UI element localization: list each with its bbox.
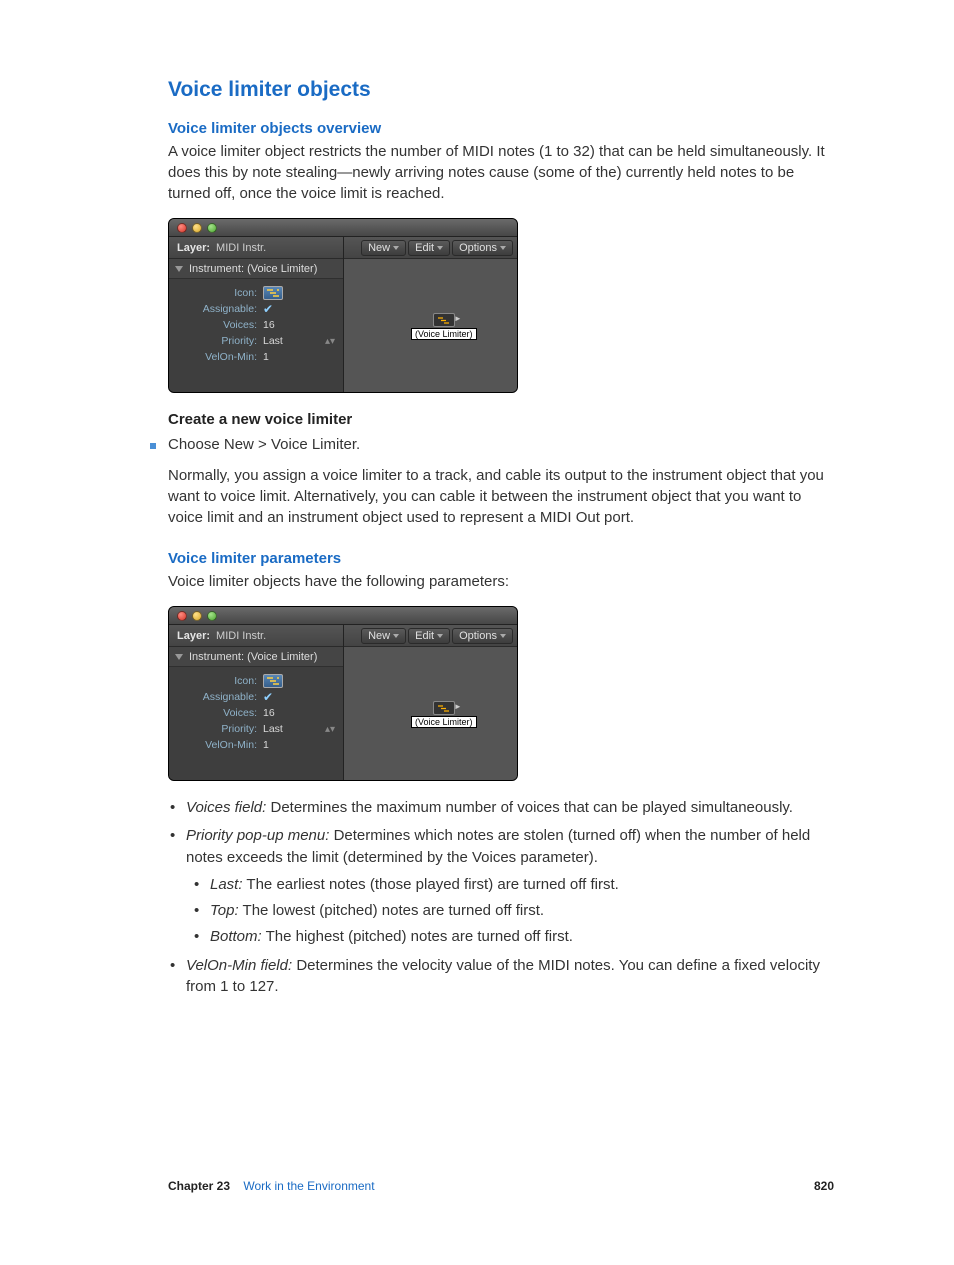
chevron-down-icon [500, 246, 506, 250]
chevron-down-icon [393, 634, 399, 638]
parameters-intro: Voice limiter objects have the following… [168, 571, 834, 592]
assignable-checkbox[interactable]: ✔ [263, 303, 273, 315]
toolbar: New Edit Options [344, 625, 517, 647]
layer-value: MIDI Instr. [216, 630, 266, 642]
list-item: Priority pop-up menu: Determines which n… [168, 825, 834, 947]
chevron-down-icon [500, 634, 506, 638]
voices-field-desc: Determines the maximum number of voices … [266, 799, 793, 816]
chevron-down-icon [437, 634, 443, 638]
options-menu[interactable]: Options [452, 240, 513, 256]
section-title: Voice limiter objects [168, 78, 834, 102]
priority-value[interactable]: Last [263, 723, 283, 735]
layer-label: Layer: [177, 630, 210, 642]
priority-term: Priority pop-up menu: [186, 827, 329, 844]
voice-limiter-icon[interactable] [263, 286, 283, 300]
icon-param-label: Icon: [177, 287, 263, 299]
edit-menu[interactable]: Edit [408, 240, 450, 256]
velon-value[interactable]: 1 [263, 739, 269, 751]
assignable-label: Assignable: [177, 303, 263, 315]
close-icon[interactable] [177, 611, 187, 621]
page-footer: Chapter 23 Work in the Environment 820 [168, 1179, 834, 1193]
layer-selector[interactable]: Layer: MIDI Instr. [169, 237, 343, 259]
window-titlebar [169, 219, 517, 237]
voice-limiter-object-icon [433, 701, 455, 715]
priority-label: Priority: [177, 335, 263, 347]
list-item: Voices field: Determines the maximum num… [168, 797, 834, 818]
layer-label: Layer: [177, 242, 210, 254]
options-menu[interactable]: Options [452, 628, 513, 644]
voice-limiter-object-label: (Voice Limiter) [411, 328, 477, 340]
instrument-name: Instrument: (Voice Limiter) [189, 263, 317, 275]
priority-stepper-icon[interactable]: ▴▾ [325, 336, 335, 347]
last-desc: The earliest notes (those played first) … [243, 876, 619, 893]
velon-value[interactable]: 1 [263, 351, 269, 363]
create-paragraph: Normally, you assign a voice limiter to … [168, 465, 834, 528]
assignable-label: Assignable: [177, 691, 263, 703]
bottom-desc: The highest (pitched) notes are turned o… [262, 928, 573, 945]
priority-label: Priority: [177, 723, 263, 735]
instrument-header[interactable]: Instrument: (Voice Limiter) [169, 647, 343, 667]
environment-window: Layer: MIDI Instr. Instrument: (Voice Li… [168, 606, 518, 781]
voices-label: Voices: [177, 319, 263, 331]
last-term: Last: [210, 876, 243, 893]
bullet-icon [150, 443, 156, 449]
disclosure-triangle-icon[interactable] [175, 266, 183, 272]
voice-limiter-object[interactable]: (Voice Limiter) [411, 701, 477, 728]
voices-value[interactable]: 16 [263, 319, 275, 331]
voice-limiter-object-icon [433, 313, 455, 327]
chapter-name: Work in the Environment [243, 1179, 374, 1193]
list-item: VelOn-Min field: Determines the velocity… [168, 955, 834, 998]
new-menu[interactable]: New [361, 240, 406, 256]
inspector-panel: Layer: MIDI Instr. Instrument: (Voice Li… [169, 237, 344, 392]
overview-paragraph: A voice limiter object restricts the num… [168, 141, 834, 204]
list-item: Bottom: The highest (pitched) notes are … [192, 926, 834, 947]
voices-field-term: Voices field: [186, 799, 266, 816]
velon-label: VelOn-Min: [177, 351, 263, 363]
parameter-area: Icon: Assignable: ✔ Voices: 16 Pr [169, 279, 343, 392]
minimize-icon[interactable] [192, 611, 202, 621]
toolbar: New Edit Options [344, 237, 517, 259]
create-step: Choose New > Voice Limiter. [168, 436, 360, 453]
minimize-icon[interactable] [192, 223, 202, 233]
disclosure-triangle-icon[interactable] [175, 654, 183, 660]
velon-label: VelOn-Min: [177, 739, 263, 751]
zoom-icon[interactable] [207, 611, 217, 621]
chevron-down-icon [437, 246, 443, 250]
window-titlebar [169, 607, 517, 625]
voice-limiter-object[interactable]: (Voice Limiter) [411, 313, 477, 340]
page-number: 820 [814, 1179, 834, 1193]
voices-label: Voices: [177, 707, 263, 719]
bottom-term: Bottom: [210, 928, 262, 945]
voices-value[interactable]: 16 [263, 707, 275, 719]
list-item: Last: The earliest notes (those played f… [192, 874, 834, 895]
parameters-heading: Voice limiter parameters [168, 550, 834, 567]
velon-term: VelOn-Min field: [186, 957, 292, 974]
close-icon[interactable] [177, 223, 187, 233]
instrument-header[interactable]: Instrument: (Voice Limiter) [169, 259, 343, 279]
layer-selector[interactable]: Layer: MIDI Instr. [169, 625, 343, 647]
top-term: Top: [210, 902, 239, 919]
priority-value[interactable]: Last [263, 335, 283, 347]
layer-value: MIDI Instr. [216, 242, 266, 254]
list-item: Top: The lowest (pitched) notes are turn… [192, 900, 834, 921]
icon-param-label: Icon: [177, 675, 263, 687]
parameter-area: Icon: Assignable: ✔ Voices: 16 Pr [169, 667, 343, 780]
chapter-label: Chapter 23 [168, 1179, 230, 1193]
assignable-checkbox[interactable]: ✔ [263, 691, 273, 703]
overview-heading: Voice limiter objects overview [168, 120, 834, 137]
parameter-list: Voices field: Determines the maximum num… [168, 797, 834, 997]
new-menu[interactable]: New [361, 628, 406, 644]
create-heading: Create a new voice limiter [168, 409, 834, 430]
voice-limiter-object-label: (Voice Limiter) [411, 716, 477, 728]
chevron-down-icon [393, 246, 399, 250]
instrument-name: Instrument: (Voice Limiter) [189, 651, 317, 663]
edit-menu[interactable]: Edit [408, 628, 450, 644]
inspector-panel: Layer: MIDI Instr. Instrument: (Voice Li… [169, 625, 344, 780]
top-desc: The lowest (pitched) notes are turned of… [239, 902, 544, 919]
environment-window: Layer: MIDI Instr. Instrument: (Voice Li… [168, 218, 518, 393]
voice-limiter-icon[interactable] [263, 674, 283, 688]
zoom-icon[interactable] [207, 223, 217, 233]
priority-stepper-icon[interactable]: ▴▾ [325, 724, 335, 735]
